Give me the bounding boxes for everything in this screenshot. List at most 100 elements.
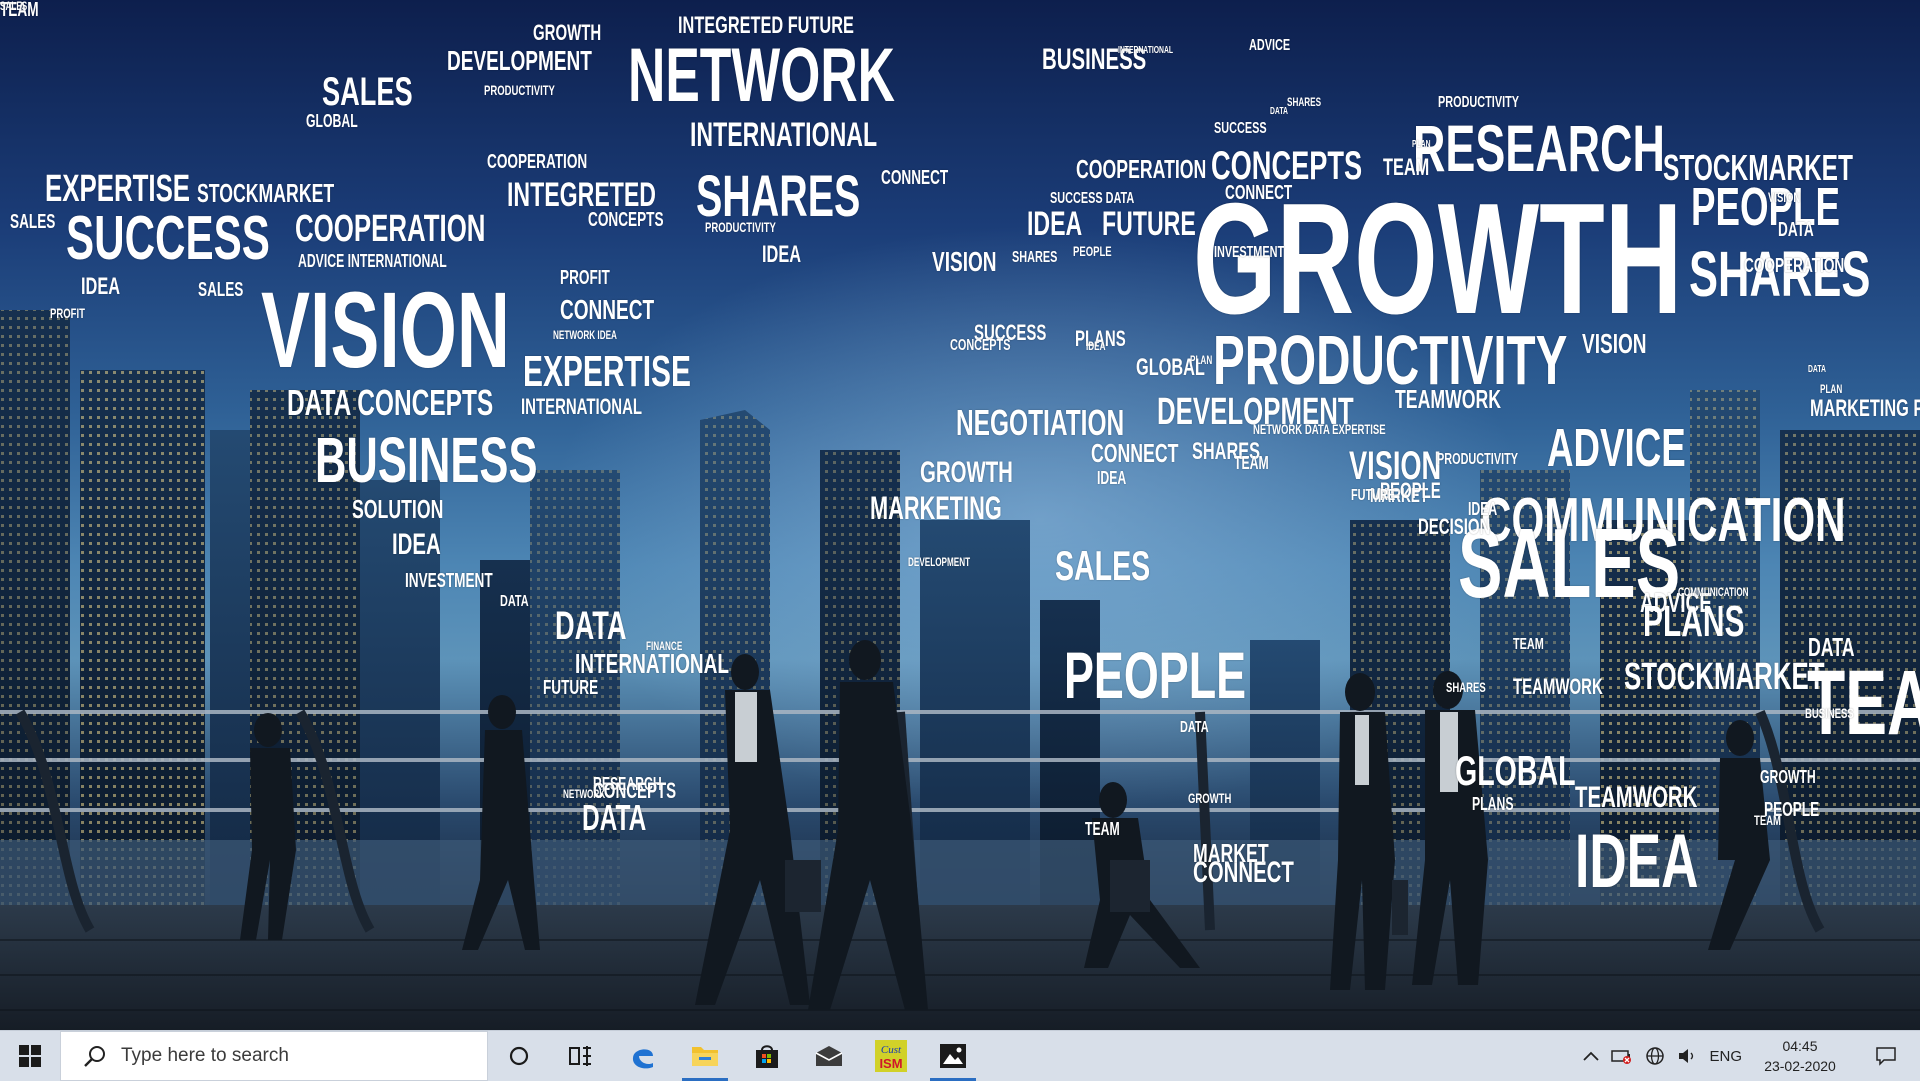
wallpaper-word: PRODUCTIVITY <box>1438 94 1520 111</box>
wallpaper-word: SALES <box>198 279 244 301</box>
wallpaper-word: DATA <box>555 604 627 648</box>
wallpaper-word: GLOBAL <box>1136 354 1205 381</box>
wallpaper-word: STOCKMARKET <box>1624 656 1825 698</box>
taskbar-search-box[interactable]: Type here to search <box>60 1031 488 1081</box>
wallpaper-word: IDEA <box>1086 339 1106 353</box>
battery-tray-button[interactable] <box>1605 1031 1639 1081</box>
wallpaper-word: SUCCESS <box>66 204 270 273</box>
wallpaper-word: INVESTMENT <box>405 570 493 592</box>
clock-time: 04:45 <box>1782 1038 1818 1054</box>
wallpaper-word: DEVELOPMENT <box>447 45 592 76</box>
task-view-icon <box>569 1046 591 1066</box>
action-center-button[interactable] <box>1852 1031 1920 1081</box>
wallpaper-word: ADVICE INTERNATIONAL <box>298 251 447 271</box>
cust-ism-app-button[interactable]: Cust ISM <box>860 1031 922 1081</box>
wallpaper-word: VISION <box>1582 328 1647 359</box>
wallpaper-word: DATA CONCEPTS <box>287 382 494 423</box>
language-indicator[interactable]: ENG <box>1703 1031 1748 1081</box>
wallpaper-word: GROWTH <box>1188 790 1232 806</box>
wallpaper-word: TEAM <box>1234 453 1269 473</box>
wallpaper-word: INVESTMENT <box>1214 244 1285 261</box>
wallpaper-word: INTERNATIONAL <box>575 648 730 679</box>
wallpaper-word: PRODUCTIVITY <box>484 82 555 98</box>
wallpaper-word: SHARES <box>1446 679 1486 695</box>
wallpaper-word: PRODUCTIVITY <box>705 219 776 235</box>
cortana-circle-icon <box>509 1046 529 1066</box>
wallpaper-word: DATA <box>582 797 647 838</box>
wallpaper-word: IDEA <box>392 528 441 561</box>
wallpaper-word: SUCCESS <box>1214 120 1267 137</box>
search-placeholder: Type here to search <box>121 1045 289 1066</box>
wallpaper-word: SHARES <box>1287 95 1322 109</box>
photos-button[interactable] <box>922 1031 984 1081</box>
wallpaper-word: NETWORK DATA EXPERTISE <box>1253 421 1386 437</box>
edge-button[interactable] <box>612 1031 674 1081</box>
wallpaper-word: CONCEPTS <box>950 337 1011 354</box>
wallpaper-word: MARKET <box>1193 838 1269 868</box>
wallpaper-word: CONCEPTS <box>588 209 664 231</box>
wallpaper-word: GLOBAL <box>1455 747 1576 794</box>
wallpaper-word: CONNECT <box>1091 438 1179 468</box>
wallpaper-word: SALES <box>10 211 56 233</box>
wallpaper-word: GLOBAL <box>306 111 358 131</box>
wallpaper-word: GROWTH <box>1760 767 1816 787</box>
wallpaper-word: FUTURE <box>1102 205 1196 243</box>
wallpaper-word: SALES <box>0 0 28 13</box>
wallpaper-word: GROWTH <box>533 20 602 45</box>
clock-button[interactable]: 04:45 23-02-2020 <box>1748 1031 1852 1081</box>
wallpaper-word: PLAN <box>1820 382 1843 396</box>
wallpaper-word: MARKETING PARTNERSHIP <box>1810 395 1920 422</box>
file-explorer-button[interactable] <box>674 1031 736 1081</box>
battery-warning-icon <box>1611 1050 1632 1064</box>
wallpaper-word: DECISION <box>1418 514 1491 539</box>
wallpaper-word: STOCKMARKET <box>197 178 335 208</box>
cust-ism-label-bottom: ISM <box>879 1056 902 1071</box>
wallpaper-word: SALES <box>322 70 413 114</box>
wallpaper-word: NEGOTIATION <box>956 402 1125 443</box>
wallpaper-word: DEVELOPMENT <box>908 555 971 569</box>
wallpaper-word: PLANS <box>1643 597 1745 646</box>
wallpaper-word: DATA <box>1180 719 1209 736</box>
wallpaper-word: VISION <box>932 246 997 277</box>
cust-ism-icon: Cust ISM <box>875 1040 907 1072</box>
wallpaper-word: PEOPLE <box>1691 177 1840 237</box>
wallpaper-word: IDEA <box>1575 819 1699 904</box>
globe-network-icon <box>1646 1047 1665 1065</box>
wallpaper-word: CONNECT <box>560 294 655 325</box>
wallpaper-word: INTERNATIONAL <box>1118 45 1174 56</box>
store-button[interactable] <box>736 1031 798 1081</box>
wallpaper-word: PROFIT <box>560 267 610 289</box>
search-icon <box>84 1046 105 1067</box>
show-hidden-icons-button[interactable] <box>1577 1031 1605 1081</box>
wallpaper-word: IDEA <box>1097 468 1127 488</box>
wallpaper-word: COOPERATION <box>487 151 588 173</box>
network-tray-button[interactable] <box>1639 1031 1671 1081</box>
wallpaper-word: NETWORK IDEA <box>553 328 617 342</box>
wallpaper-word: PEOPLE <box>1073 243 1112 259</box>
wallpaper-word: MARKETING <box>870 490 1002 526</box>
windows-logo-icon <box>19 1045 41 1067</box>
photos-icon <box>940 1044 966 1068</box>
taskbar: Type here to search Cust ISM ENG 04:45 2… <box>0 1030 1920 1081</box>
wallpaper-word: BUSINESS <box>1805 705 1854 721</box>
desktop-wallpaper: GROWTH INTEGRETED FUTURE DEVELOPMENT NETWOR… <box>0 0 1920 1030</box>
wallpaper-word: EXPERTISE <box>523 347 691 396</box>
wallpaper-word: SALES <box>1055 542 1151 589</box>
wallpaper-word: INTERNATIONAL <box>690 116 878 154</box>
wallpaper-word: IDEA <box>762 241 801 268</box>
wallpaper-word: COOPERATION <box>295 208 486 250</box>
wallpaper-word: INTEGRETED <box>507 176 657 214</box>
wallpaper-word: PLANS <box>1472 794 1514 814</box>
task-view-button[interactable] <box>550 1031 612 1081</box>
wallpaper-word: TEAMWORK <box>1395 384 1502 414</box>
wallpaper-word: FUTURE <box>543 677 599 699</box>
mail-button[interactable] <box>798 1031 860 1081</box>
system-tray: ENG 04:45 23-02-2020 <box>1577 1031 1920 1081</box>
wallpaper-word: BUSINESS <box>315 424 538 496</box>
start-button[interactable] <box>0 1031 60 1081</box>
wallpaper-word: SOLUTION <box>352 494 444 524</box>
clock-date: 23-02-2020 <box>1764 1058 1836 1074</box>
volume-tray-button[interactable] <box>1671 1031 1703 1081</box>
cortana-button[interactable] <box>488 1031 550 1081</box>
wallpaper-word: DATA <box>1778 219 1814 241</box>
